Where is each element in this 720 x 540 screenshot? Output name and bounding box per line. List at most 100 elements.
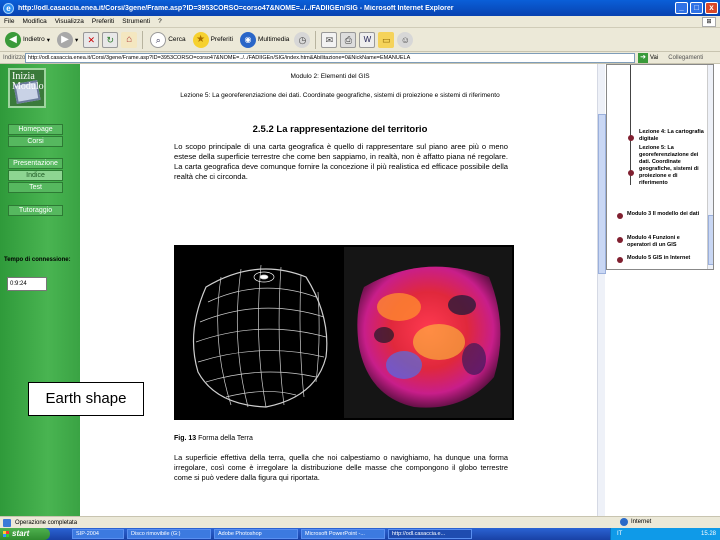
toolbar-separator [315, 30, 317, 49]
menu-visualizza[interactable]: Visualizza [55, 18, 84, 25]
connection-time-value: 0:9:24 [7, 277, 47, 291]
media-icon: ◉ [239, 31, 256, 48]
figure-text: Forma della Terra [198, 435, 253, 442]
forward-button[interactable]: ▶ ▾ [55, 30, 80, 50]
status-bar: Operazione completata Internet [0, 516, 720, 528]
address-input[interactable]: http://odl.casaccia.enea.it/Corsi/3gene/… [25, 52, 635, 63]
favorites-icon: ★ [192, 31, 209, 48]
sidebar-item-homepage[interactable]: Homepage [8, 124, 63, 135]
clock: 15.28 [700, 531, 716, 537]
start-button[interactable]: start [0, 528, 50, 540]
menu-modifica[interactable]: Modifica [22, 18, 46, 25]
lesson-scrollbar-thumb[interactable] [598, 114, 606, 274]
logo-line2: Modulo [12, 81, 44, 92]
lesson-frame: Modulo 2: Elementi del GIS Lezione 5: La… [150, 64, 600, 516]
history-icon[interactable]: ◷ [294, 31, 311, 48]
task-sip[interactable]: SIP-2004 [72, 529, 124, 539]
sidebar-item-corsi[interactable]: Corsi [8, 136, 63, 147]
rightnav-item-module3[interactable]: Modulo 3 Il modello dei dati [627, 211, 705, 218]
task-powerpoint[interactable]: Microsoft PowerPoint -... [301, 529, 385, 539]
chevron-down-icon: ▾ [74, 36, 79, 44]
index-scrollbar[interactable] [707, 65, 713, 269]
index-scrollbar-thumb[interactable] [708, 215, 713, 265]
chevron-down-icon: ▾ [46, 36, 50, 44]
connection-time-label: Tempo di connessione: [4, 257, 71, 263]
favorites-button[interactable]: ★ Preferiti [191, 30, 235, 50]
print-icon[interactable]: ⎙ [340, 31, 357, 48]
sidebar-item-test[interactable]: Test [8, 182, 63, 193]
menu-bar: File Modifica Visualizza Preferiti Strum… [0, 16, 720, 28]
menu-help[interactable]: ? [158, 18, 162, 25]
sidebar-item-indice[interactable]: Indice [8, 170, 63, 181]
home-icon[interactable]: ⌂ [121, 31, 138, 48]
window-controls: _ □ x [675, 2, 718, 14]
zone-label: Internet [631, 519, 652, 525]
earth-gravity-image [344, 247, 512, 418]
folder-icon[interactable]: ▭ [378, 31, 395, 48]
window-titlebar: e http://odl.casaccia.enea.it/Corsi/3gen… [0, 0, 720, 16]
page-content: Inizia Modulo Homepage Corsi Presentazio… [0, 64, 720, 516]
back-label: Indietro [23, 36, 45, 43]
rightnav-item-module4[interactable]: Modulo 4 Funzioni e operatori di un GIS [627, 235, 705, 249]
maximize-button[interactable]: □ [690, 2, 703, 14]
page-title: 2.5.2 La rappresentazione del territorio [252, 124, 428, 135]
page-icon [3, 518, 11, 527]
toolbar: ◀ Indietro ▾ ▶ ▾ ✕ ↻ ⌂ ⌕ Cerca ★ Preferi… [0, 28, 720, 52]
windows-flag-icon: ⊞ [702, 17, 716, 27]
links-label[interactable]: Collegamenti [668, 55, 703, 61]
search-label: Cerca [168, 36, 186, 43]
sidebar-item-presentazione[interactable]: Presentazione [8, 158, 63, 169]
forward-icon: ▶ [56, 31, 73, 48]
rightnav-item-lesson4[interactable]: Lezione 4: La cartografia digitale [639, 129, 705, 143]
shape-paragraph: La superficie effettiva della terra, que… [174, 453, 508, 482]
task-photoshop[interactable]: Adobe Photoshop [214, 529, 298, 539]
back-button[interactable]: ◀ Indietro ▾ [3, 30, 52, 50]
rightnav-item-lesson5[interactable]: Lezione 5: La georeferenziazione dei dat… [639, 145, 705, 187]
address-label: Indirizzo [3, 54, 26, 61]
module-bullet-icon [617, 213, 623, 219]
mail-icon[interactable]: ✉ [321, 31, 338, 48]
menu-file[interactable]: File [4, 18, 14, 25]
course-sidebar: Inizia Modulo Homepage Corsi Presentazio… [0, 64, 80, 516]
lesson-heading: Lezione 5: La georeferenziazione dei dat… [180, 92, 500, 99]
task-removable-disk[interactable]: Disco rimovibile (G:) [127, 529, 211, 539]
go-button[interactable]: ➜ Vai [638, 52, 659, 63]
lesson-bullet-icon [628, 135, 634, 141]
security-zone: Internet [620, 518, 651, 526]
course-index-frame: Lezione 4: La cartografia digitale Lezio… [606, 64, 714, 270]
logo-text: Inizia Modulo [12, 72, 44, 92]
globe-icon [620, 518, 628, 526]
language-indicator[interactable]: IT [617, 528, 622, 540]
minimize-button[interactable]: _ [675, 2, 688, 14]
media-button[interactable]: ◉ Multimedia [238, 30, 291, 50]
media-label: Multimedia [257, 36, 290, 43]
task-internet-explorer[interactable]: http://odl.casaccia.e... [388, 529, 472, 539]
favorites-label: Preferiti [210, 36, 233, 43]
module-heading: Modulo 2: Elementi del GIS [290, 73, 370, 80]
ie-icon: e [3, 2, 14, 14]
refresh-icon[interactable]: ↻ [102, 31, 119, 48]
address-bar: Indirizzo http://odl.casaccia.enea.it/Co… [0, 52, 720, 64]
earth-shape-caption: Earth shape [28, 382, 144, 416]
close-button[interactable]: x [705, 2, 718, 14]
toolbar-separator [142, 30, 144, 49]
lesson-bullet-icon [628, 170, 634, 176]
stop-icon[interactable]: ✕ [83, 31, 100, 48]
module-bullet-icon [617, 237, 623, 243]
status-text: Operazione completata [15, 519, 78, 526]
go-label: Vai [650, 54, 659, 61]
back-icon: ◀ [5, 31, 21, 48]
go-icon: ➜ [638, 52, 648, 63]
edit-icon[interactable]: W [359, 31, 376, 48]
messenger-icon[interactable]: ☺ [397, 31, 414, 48]
menu-strumenti[interactable]: Strumenti [122, 18, 150, 25]
search-icon: ⌕ [150, 31, 167, 48]
lesson-scrollbar[interactable] [597, 64, 606, 516]
earth-figure [174, 245, 514, 420]
sidebar-item-tutoraggio[interactable]: Tutoraggio [8, 205, 63, 216]
menu-preferiti[interactable]: Preferiti [92, 18, 114, 25]
tree-line [630, 65, 631, 185]
rightnav-item-module5[interactable]: Modulo 5 GIS in Internet [627, 255, 705, 262]
taskbar: start SIP-2004 Disco rimovibile (G:) Ado… [0, 528, 720, 540]
search-button[interactable]: ⌕ Cerca [148, 30, 187, 50]
